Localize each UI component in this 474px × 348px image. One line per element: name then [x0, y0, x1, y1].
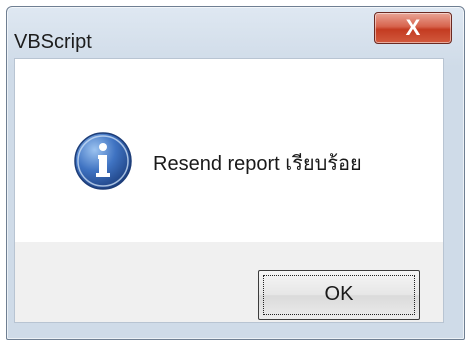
ok-button[interactable]: OK [258, 270, 420, 320]
window-title: VBScript [14, 31, 92, 53]
ok-button-label: OK [324, 283, 354, 305]
close-icon: X [405, 15, 421, 40]
information-icon [74, 132, 132, 190]
message-text: Resend report เรียบร้อย [153, 153, 362, 175]
close-button[interactable]: X [374, 12, 452, 44]
